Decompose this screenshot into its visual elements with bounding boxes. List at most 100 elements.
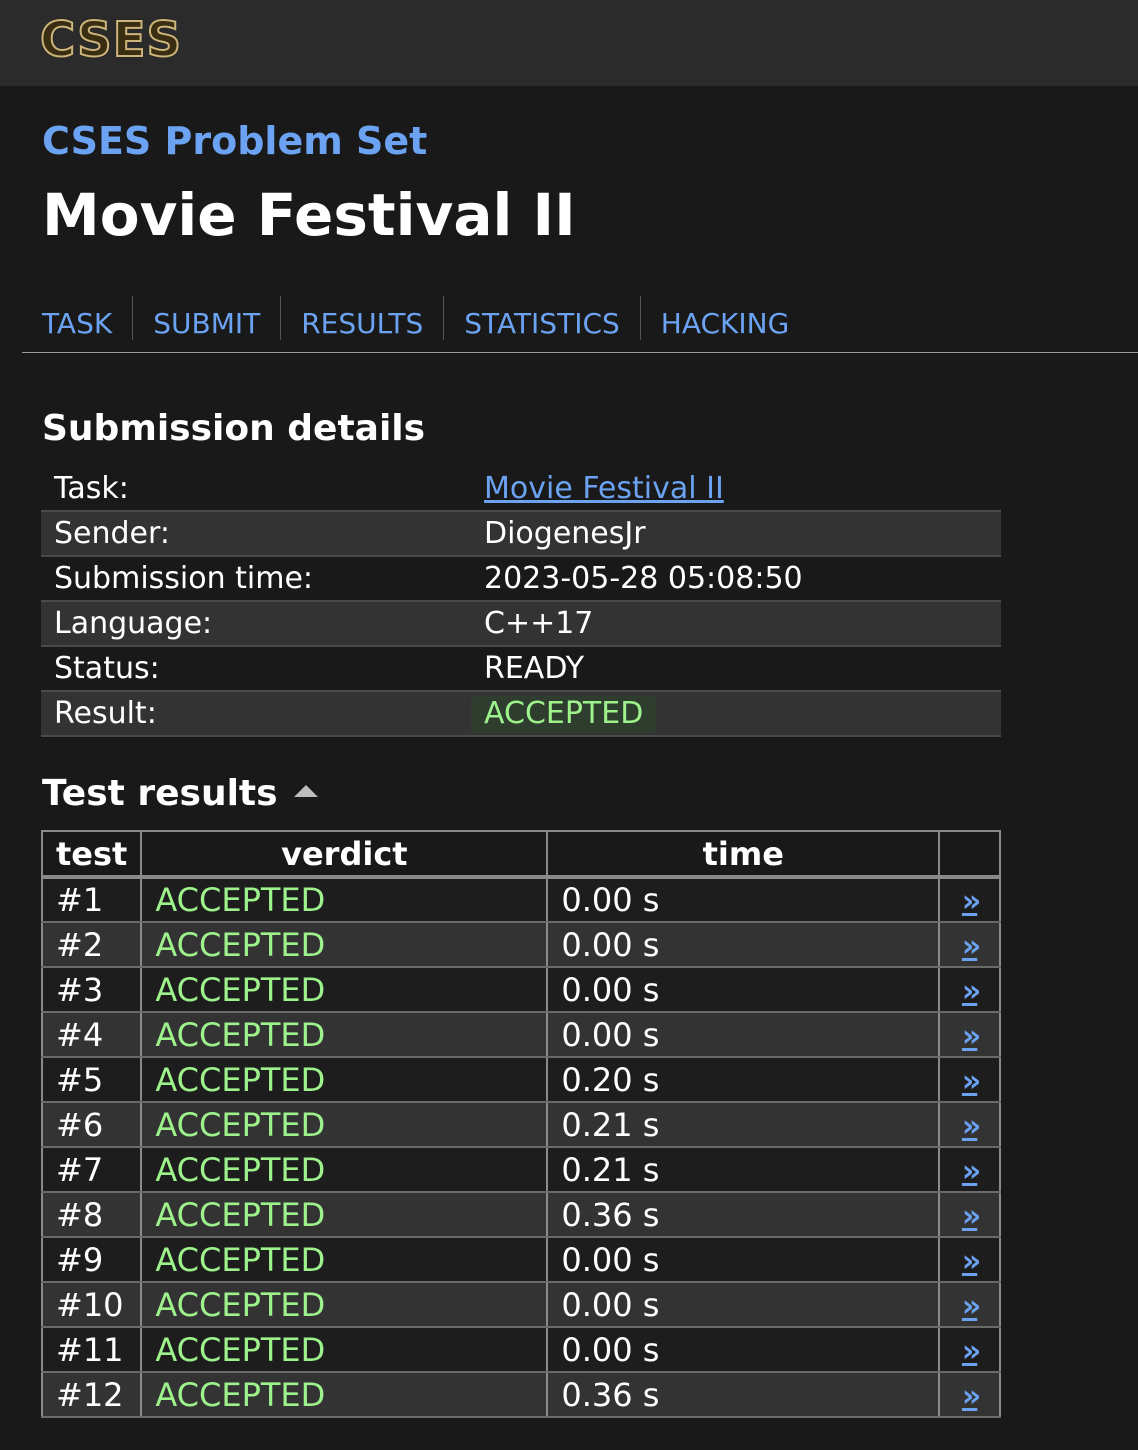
view-test-details-link[interactable]: » [962, 929, 981, 964]
test-time: 0.21 s [546, 1147, 941, 1193]
test-time: 0.20 s [546, 1057, 941, 1103]
view-test-details-link[interactable]: » [962, 1109, 981, 1144]
cses-logo[interactable]: CSES [39, 15, 182, 65]
result-verdict-badge: ACCEPTED [471, 694, 657, 733]
details-row-status: Status: READY [41, 646, 1001, 691]
tab-submit[interactable]: SUBMIT [132, 296, 280, 340]
test-verdict: ACCEPTED [140, 1012, 549, 1058]
details-row-result: Result: ACCEPTED [41, 691, 1001, 736]
tab-hacking[interactable]: HACKING [639, 296, 810, 340]
test-time: 0.36 s [546, 1372, 941, 1418]
test-verdict: ACCEPTED [140, 1057, 549, 1103]
details-value: DiogenesJr [484, 516, 646, 551]
details-label: Sender: [54, 516, 170, 551]
test-detail-cell: » [938, 922, 1001, 968]
submission-details-heading: Submission details [42, 408, 426, 449]
tab-results[interactable]: RESULTS [280, 296, 443, 340]
task-link[interactable]: Movie Festival II [484, 471, 724, 506]
test-detail-cell: » [938, 1147, 1001, 1193]
test-verdict: ACCEPTED [140, 877, 549, 923]
view-test-details-link[interactable]: » [962, 1289, 981, 1324]
view-test-details-link[interactable]: » [962, 1334, 981, 1369]
column-header-time: time [546, 830, 941, 879]
table-row: #3 ACCEPTED 0.00 s » [40, 967, 1001, 1013]
test-time: 0.21 s [546, 1102, 941, 1148]
table-row: #2 ACCEPTED 0.00 s » [40, 922, 1001, 968]
test-time: 0.00 s [546, 922, 941, 968]
details-row-sender: Sender: DiogenesJr [41, 511, 1001, 556]
table-row: #5 ACCEPTED 0.20 s » [40, 1057, 1001, 1103]
test-time: 0.00 s [546, 1282, 941, 1328]
table-row: #4 ACCEPTED 0.00 s » [40, 1012, 1001, 1058]
view-test-details-link[interactable]: » [962, 1379, 981, 1414]
test-detail-cell: » [938, 1327, 1001, 1373]
column-header-verdict: verdict [140, 830, 549, 879]
view-test-details-link[interactable]: » [962, 1154, 981, 1189]
details-value: Movie Festival II [471, 466, 1001, 511]
test-detail-cell: » [938, 1192, 1001, 1238]
test-verdict: ACCEPTED [140, 967, 549, 1013]
test-verdict: ACCEPTED [140, 922, 549, 968]
test-number: #12 [40, 1372, 143, 1418]
view-test-details-link[interactable]: » [962, 1244, 981, 1279]
details-label: Status: [54, 651, 160, 686]
table-row: #8 ACCEPTED 0.36 s » [40, 1192, 1001, 1238]
test-detail-cell: » [938, 1237, 1001, 1283]
column-header-test: test [40, 830, 143, 879]
test-detail-cell: » [938, 967, 1001, 1013]
test-time: 0.00 s [546, 877, 941, 923]
tab-task[interactable]: TASK [42, 296, 132, 340]
test-detail-cell: » [938, 1012, 1001, 1058]
tab-statistics[interactable]: STATISTICS [443, 296, 640, 340]
details-value: READY [484, 651, 585, 686]
test-verdict: ACCEPTED [140, 1327, 549, 1373]
test-number: #7 [40, 1147, 143, 1193]
details-label: Language: [54, 606, 213, 641]
test-number: #1 [40, 877, 143, 923]
test-results-heading[interactable]: Test results [42, 772, 318, 816]
test-results-label: Test results [42, 773, 278, 814]
test-number: #2 [40, 922, 143, 968]
details-label: Task: [54, 470, 129, 506]
site-title-link[interactable]: CSES Problem Set [42, 117, 427, 165]
details-value: C++17 [484, 606, 594, 641]
details-row-task: Task: Movie Festival II [41, 466, 1001, 511]
task-nav: TASK SUBMIT RESULTS STATISTICS HACKING [22, 290, 1138, 353]
test-detail-cell: » [938, 1057, 1001, 1103]
table-row: #12 ACCEPTED 0.36 s » [40, 1372, 1001, 1418]
test-time: 0.36 s [546, 1192, 941, 1238]
top-bar: CSES [0, 0, 1138, 86]
table-row: #10 ACCEPTED 0.00 s » [40, 1282, 1001, 1328]
results-header-row: test verdict time [40, 830, 1001, 879]
test-verdict: ACCEPTED [140, 1102, 549, 1148]
test-number: #5 [40, 1057, 143, 1103]
test-verdict: ACCEPTED [140, 1237, 549, 1283]
test-detail-cell: » [938, 1102, 1001, 1148]
test-time: 0.00 s [546, 967, 941, 1013]
test-number: #10 [40, 1282, 143, 1328]
test-number: #4 [40, 1012, 143, 1058]
table-row: #7 ACCEPTED 0.21 s » [40, 1147, 1001, 1193]
details-label: Result: [54, 696, 157, 731]
details-value: 2023-05-28 05:08:50 [484, 561, 803, 596]
test-detail-cell: » [938, 1372, 1001, 1418]
details-value: ACCEPTED [471, 691, 1001, 736]
table-row: #9 ACCEPTED 0.00 s » [40, 1237, 1001, 1283]
test-number: #6 [40, 1102, 143, 1148]
view-test-details-link[interactable]: » [962, 1199, 981, 1234]
view-test-details-link[interactable]: » [962, 884, 981, 919]
column-header-link [938, 830, 1001, 879]
table-row: #11 ACCEPTED 0.00 s » [40, 1327, 1001, 1373]
test-time: 0.00 s [546, 1327, 941, 1373]
view-test-details-link[interactable]: » [962, 1064, 981, 1099]
details-label: Submission time: [54, 561, 314, 596]
view-test-details-link[interactable]: » [962, 1019, 981, 1054]
test-time: 0.00 s [546, 1237, 941, 1283]
page-title: Movie Festival II [42, 181, 576, 249]
test-number: #3 [40, 967, 143, 1013]
test-results-table: test verdict time #1 ACCEPTED 0.00 s» #2 ACC… [40, 830, 1001, 1418]
collapse-arrow-icon[interactable] [293, 785, 318, 797]
view-test-details-link[interactable]: » [962, 974, 981, 1009]
test-verdict: ACCEPTED [140, 1372, 549, 1418]
table-row: #6 ACCEPTED 0.21 s » [40, 1102, 1001, 1148]
